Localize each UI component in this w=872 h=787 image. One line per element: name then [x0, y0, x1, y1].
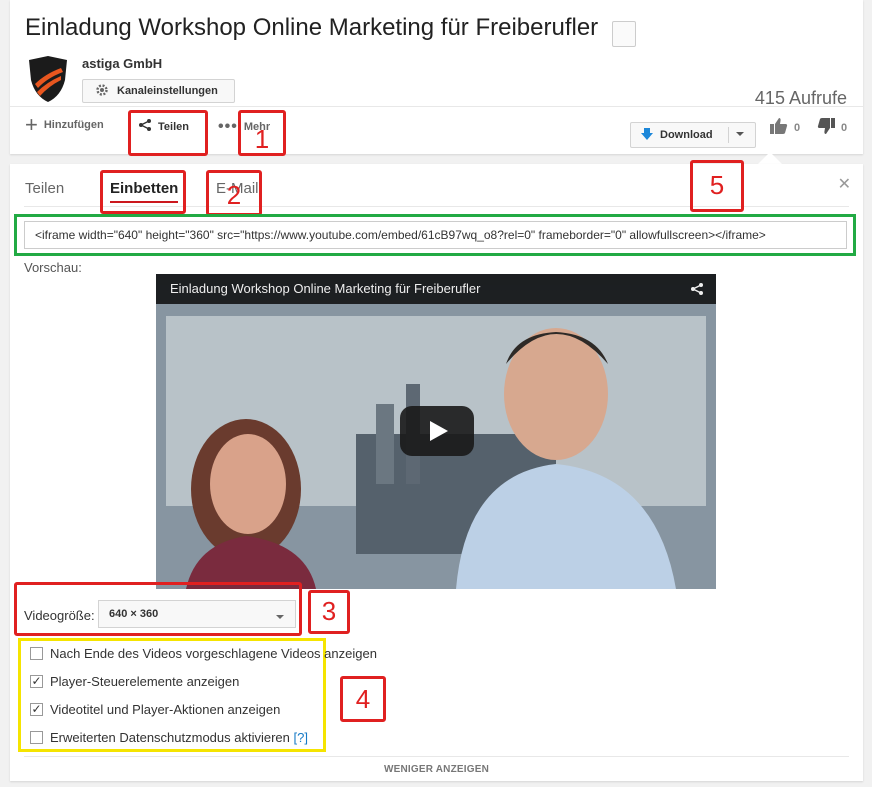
like-count: 0 — [794, 121, 801, 134]
player-share-icon[interactable] — [690, 282, 704, 301]
checkbox-suggested-videos[interactable] — [30, 647, 43, 660]
channel-name[interactable]: astiga GmbH — [82, 56, 162, 71]
annotation-number-3: 3 — [321, 596, 337, 626]
tab-share[interactable]: Teilen — [25, 180, 64, 197]
chevron-down-icon[interactable] — [735, 129, 745, 142]
privacy-mode-text: Erweiterten Datenschutzmodus aktivieren — [50, 730, 290, 745]
preview-label: Vorschau: — [24, 260, 82, 275]
annotation-box-1-share — [128, 110, 208, 156]
channel-settings-label: Kanaleinstellungen — [117, 85, 218, 97]
checkbox-privacy-mode[interactable] — [30, 731, 43, 744]
thumbs-up-icon — [770, 118, 788, 137]
annotation-number-2: 2 — [226, 180, 242, 210]
annotation-box-embed-tab — [100, 170, 186, 214]
download-divider — [728, 127, 729, 143]
bottom-divider — [24, 756, 849, 757]
play-button[interactable] — [400, 406, 474, 456]
download-label: Download — [660, 129, 713, 141]
privacy-help-link[interactable]: [?] — [294, 730, 308, 745]
player-title: Einladung Workshop Online Marketing für … — [156, 274, 716, 304]
option-label-suggested-videos: Nach Ende des Videos vorgeschlagene Vide… — [50, 646, 377, 661]
more-dots-icon: ••• — [218, 118, 238, 135]
close-icon[interactable]: ✕ — [838, 174, 851, 194]
show-less-button[interactable]: WENIGER ANZEIGEN — [10, 764, 863, 775]
download-button[interactable]: Download — [630, 122, 756, 148]
video-preview[interactable]: Einladung Workshop Online Marketing für … — [156, 274, 716, 589]
add-label: Hinzufügen — [43, 119, 104, 131]
channel-logo[interactable] — [25, 54, 71, 104]
like-button[interactable]: 0 — [770, 118, 800, 137]
video-title: Einladung Workshop Online Marketing für … — [25, 14, 599, 41]
title-placeholder-box — [612, 21, 636, 47]
download-arrow-icon — [640, 127, 654, 144]
option-label-privacy-mode: Erweiterten Datenschutzmodus aktivieren … — [50, 730, 308, 745]
channel-settings-button[interactable]: Kanaleinstellungen — [82, 79, 235, 103]
add-button[interactable]: + Hinzufügen — [25, 112, 104, 137]
divider — [10, 106, 863, 107]
annotation-box-3 — [14, 582, 302, 636]
plus-icon: + — [25, 112, 38, 137]
share-panel: Teilen Einbetten E-Mail ✕ 2 5 <iframe wi… — [10, 160, 863, 781]
video-info-card: Einladung Workshop Online Marketing für … — [10, 0, 863, 156]
option-label-title-actions: Videotitel und Player-Aktionen anzeigen — [50, 702, 281, 717]
option-label-player-controls: Player-Steuerelemente anzeigen — [50, 674, 240, 689]
dislike-button[interactable]: 0 — [817, 118, 847, 137]
dislike-count: 0 — [841, 121, 848, 134]
gear-icon — [95, 83, 109, 100]
checkbox-title-actions[interactable]: ✓ — [30, 703, 43, 716]
annotation-number-4: 4 — [355, 684, 371, 714]
annotation-number-1: 1 — [254, 124, 270, 154]
thumbs-down-icon — [817, 118, 835, 137]
panel-caret — [758, 152, 782, 164]
annotation-number-5: 5 — [709, 170, 725, 200]
checkbox-player-controls[interactable]: ✓ — [30, 675, 43, 688]
embed-code-field[interactable]: <iframe width="640" height="360" src="ht… — [24, 221, 847, 249]
